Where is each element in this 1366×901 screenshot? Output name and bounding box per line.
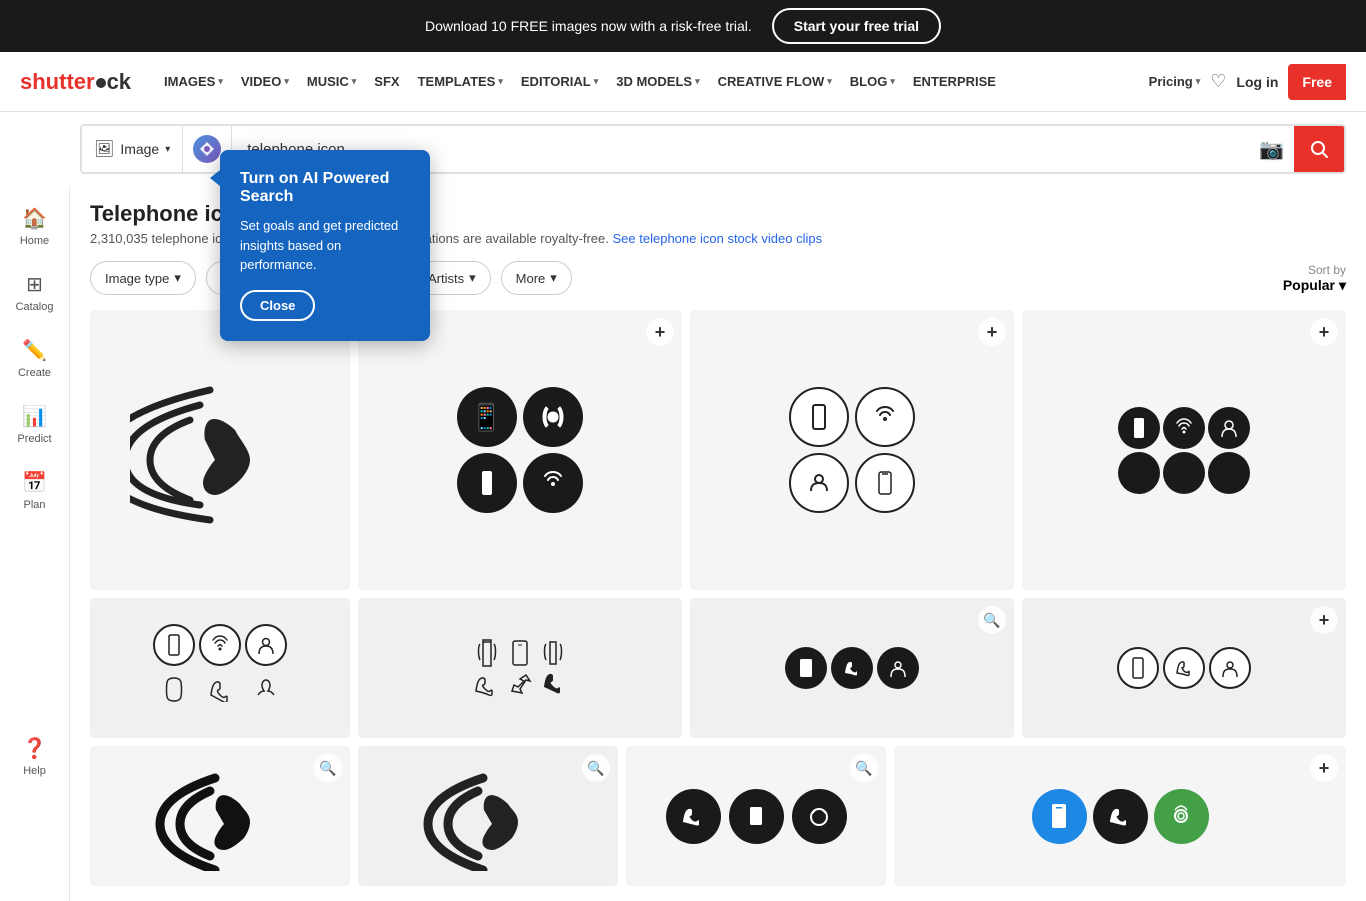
add-to-collection-button[interactable]: +	[646, 318, 674, 346]
logo[interactable]: shutterck	[20, 69, 131, 95]
chevron-down-icon: ▾	[469, 270, 476, 286]
image-grid-row3: 🔍 🔍	[90, 746, 1346, 886]
chevron-down-icon: ▾	[218, 76, 223, 87]
favorites-icon[interactable]: ♡	[1210, 71, 1226, 92]
image-cell-large-icons[interactable]: +	[1022, 310, 1346, 590]
nav-creative-flow[interactable]: CREATIVE FLOW ▾	[710, 68, 840, 95]
free-button[interactable]: Free	[1288, 64, 1346, 100]
chevron-down-icon: ▾	[827, 76, 832, 87]
nav-templates[interactable]: TEMPLATES ▾	[410, 68, 511, 95]
search-icons: 📷	[1249, 137, 1294, 162]
add-to-collection-button[interactable]: +	[1310, 606, 1338, 634]
chevron-down-icon: ▾	[352, 76, 357, 87]
popup-title: Turn on AI Powered Search	[240, 170, 410, 206]
zoom-button[interactable]: 🔍	[582, 754, 610, 782]
sidebar-item-help[interactable]: ❓ Help	[0, 726, 69, 787]
chevron-down-icon: ▾	[594, 76, 599, 87]
chevron-down-icon: ▾	[695, 76, 700, 87]
chevron-down-icon: ▾	[890, 76, 895, 87]
sidebar-item-home[interactable]: 🏠 Home	[0, 196, 69, 257]
add-to-collection-button[interactable]: +	[978, 318, 1006, 346]
create-icon: ✏️	[22, 338, 47, 363]
chevron-down-icon: ▾	[1196, 76, 1201, 87]
nav-right: Pricing ▾ ♡ Log in Free	[1149, 64, 1346, 100]
video-clips-link[interactable]: See telephone icon stock video clips	[613, 231, 823, 246]
popup-body: Set goals and get predicted insights bas…	[240, 216, 410, 275]
image-cell-outline-set[interactable]	[90, 598, 350, 738]
chevron-down-icon: ▾	[498, 76, 503, 87]
sidebar-item-predict[interactable]: 📊 Predict	[0, 394, 69, 455]
chevron-down-icon: ▾	[550, 270, 557, 286]
trial-button[interactable]: Start your free trial	[772, 8, 941, 44]
image-cell-wave-dark[interactable]: 🔍	[90, 746, 350, 886]
nav-images[interactable]: IMAGES ▾	[156, 68, 231, 95]
image-cell-large[interactable]	[90, 310, 350, 590]
banner-text: Download 10 FREE images now with a risk-…	[425, 18, 752, 34]
image-cell-outline-circles-right[interactable]: +	[1022, 598, 1346, 738]
login-button[interactable]: Log in	[1236, 74, 1278, 90]
image-grid-row2: 🔍 +	[90, 598, 1346, 738]
filter-image-type[interactable]: Image type ▾	[90, 261, 196, 295]
nav-music[interactable]: MUSIC ▾	[299, 68, 364, 95]
add-to-collection-button[interactable]: +	[1310, 754, 1338, 782]
ai-logo	[193, 135, 221, 163]
main-nav: IMAGES ▾ VIDEO ▾ MUSIC ▾ SFX TEMPLATES ▾…	[156, 68, 1139, 95]
home-icon: 🏠	[22, 206, 47, 231]
header: shutterck IMAGES ▾ VIDEO ▾ MUSIC ▾ SFX T…	[0, 52, 1366, 112]
zoom-button[interactable]: 🔍	[978, 606, 1006, 634]
popup-close-button[interactable]: Close	[240, 290, 315, 321]
zoom-button[interactable]: 🔍	[850, 754, 878, 782]
image-grid-row1: + 📱 +	[90, 310, 1346, 590]
sort-label: Sort by	[1308, 263, 1346, 277]
chevron-down-icon: ▾	[174, 270, 181, 286]
chevron-down-icon: ▾	[1339, 277, 1346, 294]
filter-more[interactable]: More ▾	[501, 261, 572, 295]
search-button[interactable]	[1294, 124, 1344, 174]
top-banner: Download 10 FREE images now with a risk-…	[0, 0, 1366, 52]
search-type-selector[interactable]: 🖼 Image ▾	[82, 126, 183, 172]
camera-search-icon[interactable]: 📷	[1259, 137, 1284, 162]
pricing-link[interactable]: Pricing ▾	[1149, 74, 1201, 89]
help-icon: ❓	[22, 736, 47, 761]
add-to-collection-button[interactable]: +	[1310, 318, 1338, 346]
image-cell-mixed-icons[interactable]	[358, 598, 682, 738]
nav-blog[interactable]: BLOG ▾	[842, 68, 903, 95]
nav-video[interactable]: VIDEO ▾	[233, 68, 297, 95]
image-cell-black-circles[interactable]: + 📱	[358, 310, 682, 590]
sidebar-item-plan[interactable]: 📅 Plan	[0, 460, 69, 521]
catalog-icon: ⊞	[26, 272, 43, 297]
sort-section: Sort by Popular ▾	[1283, 263, 1346, 294]
predict-icon: 📊	[22, 404, 47, 429]
image-cell-wave-light[interactable]: 🔍	[358, 746, 618, 886]
image-cell-special-icons[interactable]: +	[894, 746, 1346, 886]
chevron-down-icon: ▾	[284, 76, 289, 87]
zoom-button[interactable]: 🔍	[314, 754, 342, 782]
main-content: 🏠 Home ⊞ Catalog ✏️ Create 📊 Predict 📅 P…	[0, 186, 1366, 901]
svg-text:📱: 📱	[470, 402, 502, 432]
chevron-down-icon: ▾	[165, 144, 170, 155]
image-cell-large-black-circles[interactable]: 🔍	[690, 598, 1014, 738]
image-icon: 🖼	[94, 139, 114, 159]
nav-sfx[interactable]: SFX	[366, 68, 407, 95]
sort-value-selector[interactable]: Popular ▾	[1283, 277, 1346, 294]
ai-powered-search-popup: Turn on AI Powered Search Set goals and …	[220, 150, 430, 341]
nav-editorial[interactable]: EDITORIAL ▾	[513, 68, 606, 95]
plan-icon: 📅	[22, 470, 47, 495]
sidebar-item-catalog[interactable]: ⊞ Catalog	[0, 262, 69, 323]
nav-3d-models[interactable]: 3D MODELS ▾	[608, 68, 707, 95]
image-cell-colored-icons[interactable]: 🔍	[626, 746, 886, 886]
image-cell-outline-circles[interactable]: +	[690, 310, 1014, 590]
nav-enterprise[interactable]: ENTERPRISE	[905, 68, 1004, 95]
sidebar-item-create[interactable]: ✏️ Create	[0, 328, 69, 389]
sidebar: 🏠 Home ⊞ Catalog ✏️ Create 📊 Predict 📅 P…	[0, 186, 70, 901]
